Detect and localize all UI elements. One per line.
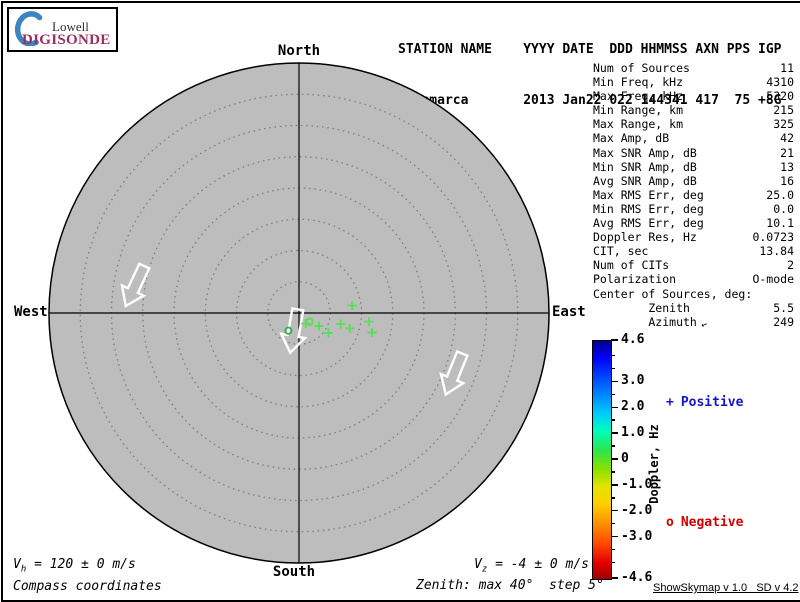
coordinates-note: Compass coordinates	[13, 579, 162, 594]
legend-positive: + Positive	[666, 395, 743, 410]
colorbar-tick-label: 4.6	[621, 332, 645, 347]
colorbar-major-tick	[611, 509, 618, 512]
colorbar-minor-tick	[611, 471, 615, 473]
colorbar-major-tick	[611, 406, 618, 408]
colorbar-minor-tick	[611, 419, 615, 421]
colorbar-minor-tick	[611, 548, 615, 551]
compass-label-west: West	[14, 304, 48, 320]
colorbar-axis-label: Doppler, Hz	[647, 424, 661, 504]
horizontal-velocity-readout: Vh = 120 ± 0 m/s	[13, 557, 136, 575]
colorbar-tick-label: 0	[621, 451, 629, 466]
colorbar-tick-label: -3.0	[621, 528, 653, 544]
colorbar-tick-label: 2.0	[621, 399, 645, 415]
colorbar-major-tick	[611, 577, 618, 579]
circle-marker-icon: o	[666, 515, 674, 530]
colorbar-major-tick	[611, 484, 618, 486]
colorbar-major-tick	[611, 535, 618, 538]
colorbar-major-tick	[611, 458, 618, 460]
colorbar-major-tick	[611, 339, 618, 341]
colorbar-minor-tick	[611, 393, 615, 396]
colorbar-minor-tick	[611, 561, 615, 564]
colorbar-tick-label: 3.0	[621, 373, 645, 389]
colorbar-tick-label: 1.0	[621, 425, 645, 441]
version-label: ShowSkymap v 1.0 SD v 4.2	[653, 582, 799, 594]
colorbar-major-tick	[611, 432, 618, 434]
compass-label-north: North	[277, 43, 321, 59]
colorbar-ticks: 4.6 3.0 2.0 1.0 0 -1.0 -2.0 -3.0 -4.6	[592, 333, 653, 585]
legend-negative: o Negative	[666, 515, 743, 530]
colorbar-minor-tick	[611, 354, 615, 357]
colorbar-minor-tick	[611, 367, 615, 370]
zenith-range-note: Zenith: max 40° step 5°	[416, 578, 604, 593]
colorbar-tick-label: -4.6	[621, 570, 653, 585]
colorbar-minor-tick	[611, 497, 615, 499]
legend-positive-label: Positive	[680, 395, 744, 410]
vertical-velocity-readout: Vz = -4 ± 0 m/s	[474, 557, 589, 575]
colorbar-tick-label: -2.0	[621, 502, 653, 518]
compass-label-south: South	[272, 564, 316, 580]
legend-negative-label: Negative	[680, 515, 744, 530]
colorbar-major-tick	[611, 380, 618, 383]
colorbar-minor-tick	[611, 522, 615, 525]
compass-label-east: East	[552, 304, 586, 320]
skymap-plot	[48, 62, 550, 564]
plus-marker-icon: +	[666, 395, 674, 410]
colorbar-minor-tick	[611, 445, 615, 447]
